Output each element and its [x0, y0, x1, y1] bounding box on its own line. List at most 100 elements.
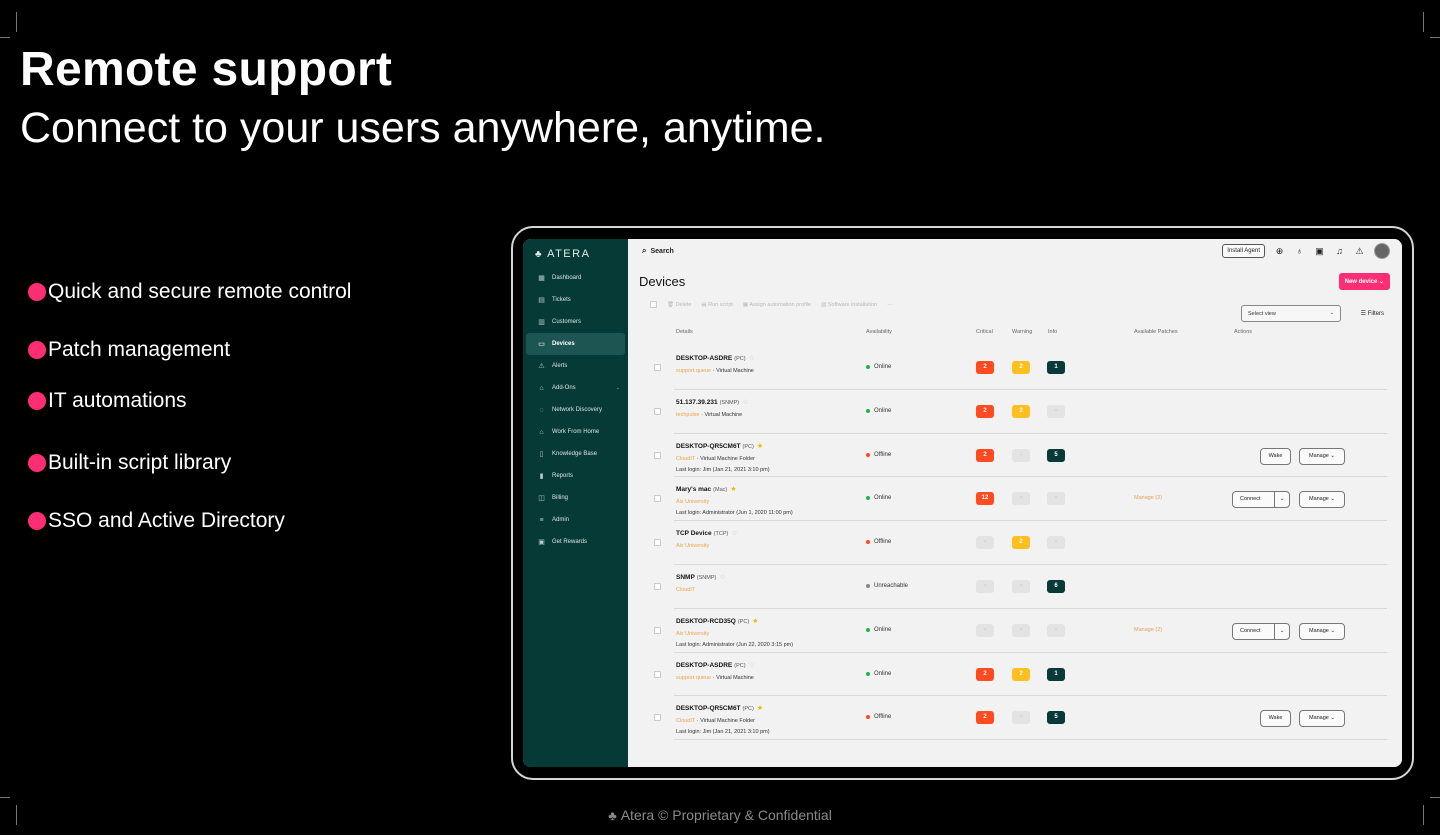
select-view-dropdown[interactable]: Select view ⌄ — [1241, 305, 1341, 322]
lightbulb-icon[interactable]: ♁ — [1294, 246, 1305, 257]
critical-badge[interactable]: 12 — [976, 492, 994, 506]
star-icon[interactable]: ☆ — [749, 355, 755, 362]
manage-button[interactable]: Manage ⌄ — [1299, 491, 1345, 509]
sidebar-item-work-from-home[interactable]: ⌂ Work From Home — [526, 421, 625, 443]
device-name-cell[interactable]: TCP Device (TCP) ☆ — [676, 529, 738, 537]
install-agent-button[interactable]: Install Agent — [1222, 244, 1265, 258]
sidebar-item-dashboard[interactable]: ▦ Dashboard — [526, 267, 625, 289]
row-checkbox[interactable] — [654, 364, 661, 371]
add-icon[interactable]: ⊕ — [1274, 246, 1285, 257]
wake-button[interactable]: Wake — [1260, 447, 1291, 465]
sidebar-item-knowledge-base[interactable]: ▯ Knowledge Base — [526, 443, 625, 465]
software-install-button[interactable]: ▧ Software installation — [821, 302, 877, 308]
warning-badge[interactable]: 2 — [1012, 667, 1030, 681]
device-name[interactable]: DESKTOP-QR5CM6T — [676, 705, 741, 712]
customer-link[interactable]: Aix University — [676, 499, 709, 505]
device-name[interactable]: Mary's mac — [676, 486, 711, 493]
critical-badge[interactable]: - — [976, 579, 994, 593]
chevron-down-icon[interactable]: ⌄ — [1274, 623, 1289, 639]
table-row[interactable]: DESKTOP-QR5CM6T (PC) ★ CloudIT · Virtual Ma… — [654, 434, 1387, 478]
row-checkbox[interactable] — [654, 670, 661, 678]
info-badge[interactable]: - — [1047, 404, 1065, 418]
device-name-cell[interactable]: SNMP (SNMP) ☆ — [676, 573, 726, 581]
manage-button[interactable]: Manage ⌄ — [1299, 710, 1345, 728]
device-name-cell[interactable]: DESKTOP-ASDRE (PC) ☆ — [676, 354, 755, 362]
row-checkbox[interactable] — [654, 714, 661, 722]
row-checkbox[interactable] — [654, 407, 661, 415]
row-checkbox[interactable] — [654, 451, 661, 459]
warning-badge[interactable]: - — [1012, 492, 1030, 506]
notes-icon[interactable]: ▣ — [1314, 246, 1325, 257]
bell-icon[interactable]: ♫ — [1334, 246, 1345, 257]
warning-icon[interactable]: ⚠ — [1354, 246, 1365, 257]
device-name[interactable]: DESKTOP-ASDRE — [676, 355, 732, 362]
row-checkbox[interactable] — [654, 626, 661, 634]
search-box[interactable]: ⌕ Search — [642, 246, 674, 256]
device-name-cell[interactable]: DESKTOP-QR5CM6T (PC) ★ — [676, 442, 763, 450]
row-checkbox[interactable] — [654, 582, 661, 590]
select-all-checkbox[interactable] — [650, 301, 657, 308]
critical-badge[interactable]: - — [976, 536, 994, 550]
info-badge[interactable]: 1 — [1047, 361, 1065, 374]
sidebar-item-billing[interactable]: ◫ Billing — [526, 487, 625, 509]
table-row[interactable]: 51.137.39.231 (SNMP) ☆ techpulse · Virtual … — [654, 390, 1387, 434]
filters-button[interactable]: ☰ Filters — [1361, 310, 1384, 317]
star-icon[interactable]: ★ — [757, 705, 763, 712]
warning-badge[interactable]: - — [1012, 448, 1030, 462]
critical-badge[interactable]: 2 — [976, 448, 994, 462]
device-name[interactable]: TCP Device — [676, 530, 712, 537]
device-name[interactable]: DESKTOP-ASDRE — [676, 662, 732, 669]
column-actions[interactable]: Actions — [1234, 329, 1252, 335]
device-name[interactable]: DESKTOP-RCD35Q — [676, 618, 736, 625]
brand-logo[interactable]: ♣ ATERA — [523, 247, 628, 261]
customer-link[interactable]: CloudIT — [676, 587, 695, 593]
table-row[interactable]: SNMP (SNMP) ☆ CloudIT Unreachable - - 6 — [654, 565, 1387, 609]
info-badge[interactable]: 5 — [1047, 448, 1065, 462]
sidebar-item-add-ons[interactable]: ⌂ Add-Ons ⌄ — [526, 377, 625, 399]
customer-link[interactable]: support queue — [676, 368, 711, 374]
column-critical[interactable]: Critical — [976, 329, 993, 335]
device-name-cell[interactable]: DESKTOP-ASDRE (PC) ☆ — [676, 661, 755, 669]
sidebar-item-customers[interactable]: ▥ Customers — [526, 311, 625, 333]
warning-badge[interactable]: - — [1012, 623, 1030, 637]
row-checkbox[interactable] — [654, 495, 661, 503]
avatar[interactable] — [1374, 243, 1390, 259]
column-warning[interactable]: Warning — [1012, 329, 1032, 335]
sidebar-item-alerts[interactable]: ⚠ Alerts — [526, 355, 625, 377]
column-info[interactable]: Info — [1048, 329, 1057, 335]
manage-button[interactable]: Manage ⌄ — [1299, 622, 1345, 640]
run-script-button[interactable]: ▤ Run script — [701, 302, 733, 308]
info-badge[interactable]: 6 — [1047, 579, 1065, 593]
star-icon[interactable]: ★ — [752, 618, 758, 625]
table-row[interactable]: DESKTOP-RCD35Q (PC) ★ Aix University Last lo… — [654, 609, 1387, 653]
sidebar-item-tickets[interactable]: ▤ Tickets — [526, 289, 625, 311]
warning-badge[interactable]: - — [1012, 711, 1030, 725]
star-icon[interactable]: ☆ — [719, 574, 725, 581]
column-details[interactable]: Details — [676, 329, 693, 335]
customer-link[interactable]: Aix University — [676, 631, 709, 637]
device-name-cell[interactable]: Mary's mac (Mac) ★ — [676, 485, 737, 493]
sidebar-item-admin[interactable]: ≡ Admin — [526, 509, 625, 531]
column-patches[interactable]: Available Patches — [1134, 329, 1178, 335]
info-badge[interactable]: - — [1047, 623, 1065, 637]
device-name-cell[interactable]: 51.137.39.231 (SNMP) ☆ — [676, 398, 748, 406]
device-name[interactable]: SNMP — [676, 574, 695, 581]
warning-badge[interactable]: 2 — [1012, 361, 1030, 374]
warning-badge[interactable]: 2 — [1012, 404, 1030, 418]
customer-link[interactable]: techpulse — [676, 412, 700, 418]
customer-link[interactable]: support queue — [676, 675, 711, 681]
customer-link[interactable]: Aix University — [676, 543, 709, 549]
critical-badge[interactable]: - — [976, 623, 994, 637]
sidebar-item-devices[interactable]: ▭ Devices — [526, 333, 625, 355]
sidebar-item-network-discovery[interactable]: ◌ Network Discovery — [526, 399, 625, 421]
device-name[interactable]: DESKTOP-QR5CM6T — [676, 443, 741, 450]
column-availability[interactable]: Availability — [866, 329, 892, 335]
table-row[interactable]: DESKTOP-QR5CM6T (PC) ★ CloudIT · Virtual Ma… — [654, 696, 1387, 741]
more-options-button[interactable]: ··· — [887, 302, 893, 308]
manage-button[interactable]: Manage ⌄ — [1299, 447, 1345, 465]
critical-badge[interactable]: 2 — [976, 711, 994, 725]
connect-button[interactable]: Connect ⌄ — [1232, 622, 1290, 640]
info-badge[interactable]: 5 — [1047, 711, 1065, 725]
new-device-button[interactable]: New device ⌄ — [1338, 273, 1390, 290]
row-checkbox[interactable] — [654, 539, 661, 547]
